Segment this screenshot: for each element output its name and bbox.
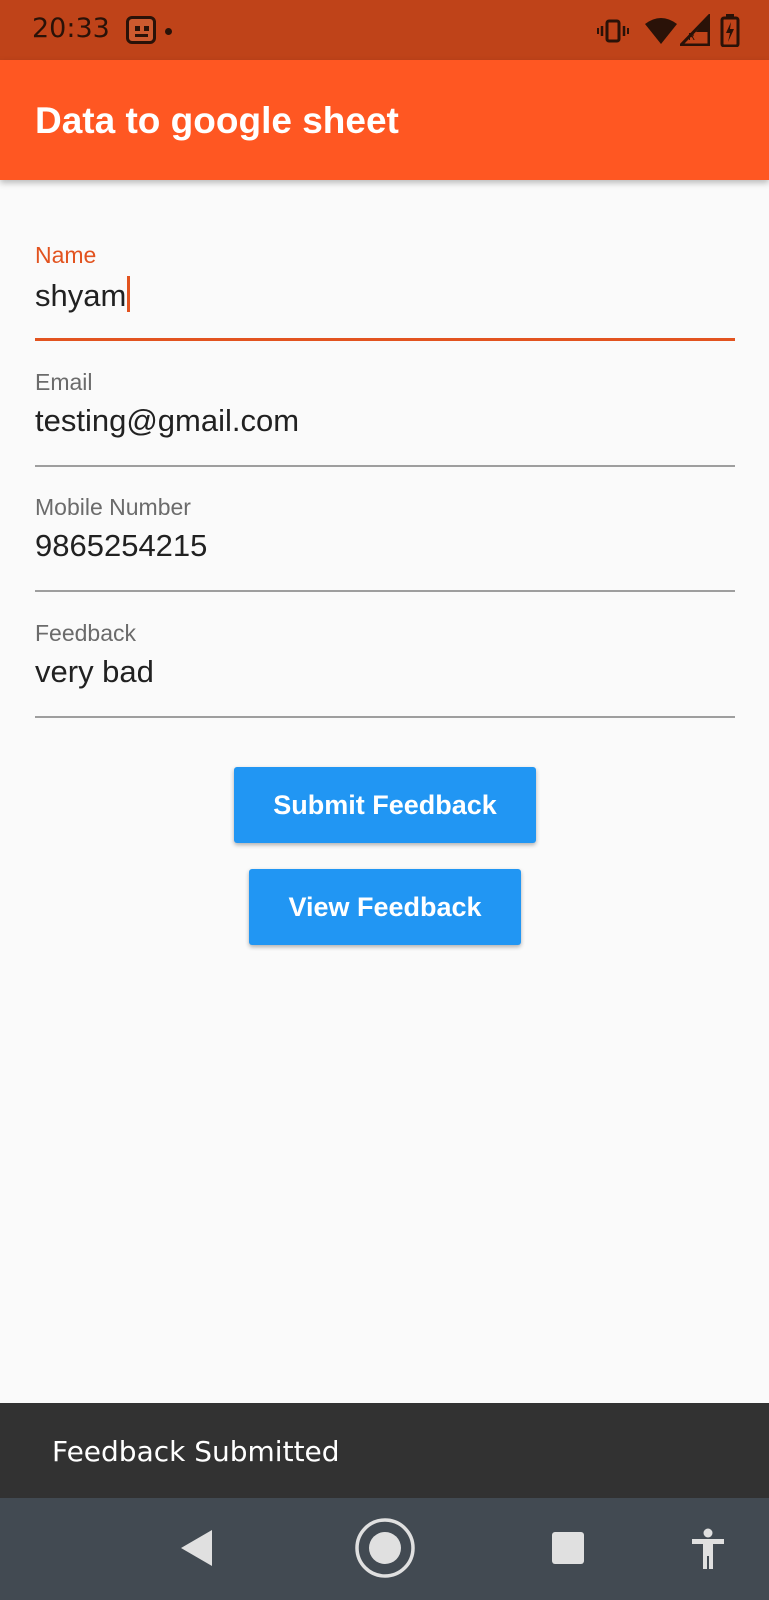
app-title: Data to google sheet: [35, 100, 399, 141]
vibrate-icon: [597, 19, 629, 43]
wifi-icon: [645, 18, 677, 44]
mobile-number-field[interactable]: Mobile Number 9865254215: [35, 470, 735, 592]
view-feedback-button[interactable]: View Feedback: [249, 869, 521, 945]
feedback-underline: [35, 716, 735, 718]
email-underline: [35, 465, 735, 467]
submit-feedback-button[interactable]: Submit Feedback: [234, 767, 536, 843]
recents-icon[interactable]: [551, 1531, 585, 1565]
home-icon[interactable]: [353, 1516, 417, 1580]
battery-charging-icon: [720, 14, 740, 47]
accessibility-icon[interactable]: [690, 1528, 726, 1570]
feedback-label: Feedback: [35, 620, 137, 646]
email-input[interactable]: testing@gmail.com: [35, 403, 299, 439]
feedback-input[interactable]: very bad: [35, 654, 154, 690]
mobile-number-label: Mobile Number: [35, 494, 191, 520]
text-cursor: [127, 276, 131, 312]
app-bar: Data to google sheet: [0, 60, 769, 180]
name-value: shyam: [35, 278, 127, 313]
mobile-number-underline: [35, 590, 735, 592]
mobile-number-input[interactable]: 9865254215: [35, 528, 207, 564]
name-field[interactable]: Name shyam: [35, 220, 735, 342]
status-time: 20:33: [32, 13, 110, 44]
name-input[interactable]: shyam: [35, 276, 131, 314]
navigation-bar: [0, 1498, 769, 1600]
status-bar: 20:33 R: [0, 0, 769, 60]
name-underline: [35, 338, 735, 341]
name-label: Name: [35, 242, 97, 268]
notification-dot-icon: [165, 28, 172, 35]
svg-text:R: R: [688, 32, 695, 43]
app-notification-icon: [126, 16, 156, 44]
email-label: Email: [35, 369, 93, 395]
feedback-field[interactable]: Feedback very bad: [35, 596, 735, 718]
snackbar: Feedback Submitted: [0, 1403, 769, 1498]
signal-roaming-icon: R: [680, 14, 710, 46]
email-field[interactable]: Email testing@gmail.com: [35, 345, 735, 467]
back-icon[interactable]: [178, 1528, 214, 1568]
snackbar-message: Feedback Submitted: [52, 1435, 340, 1468]
